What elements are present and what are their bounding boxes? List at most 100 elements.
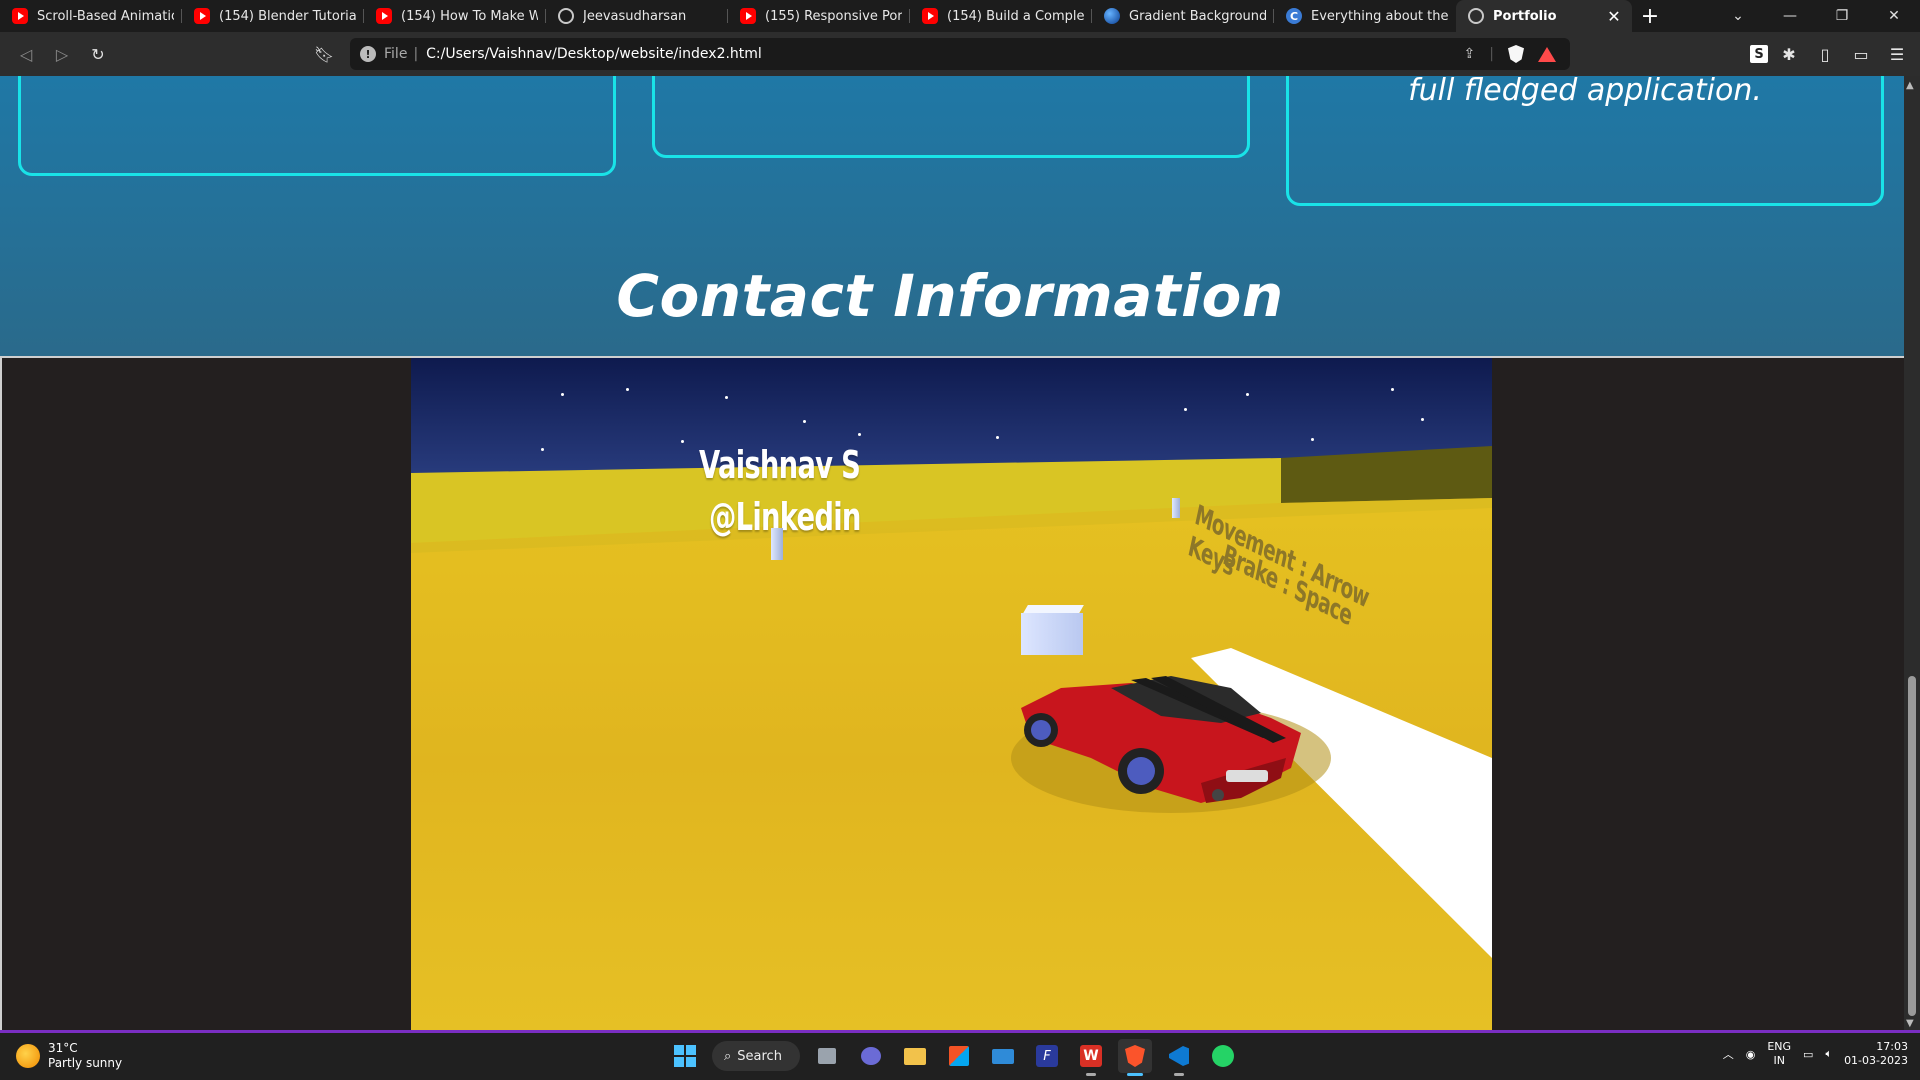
close-window-icon[interactable]: ✕	[1868, 0, 1920, 32]
tab-3[interactable]: (154) How To Make We	[364, 0, 546, 32]
display-icon[interactable]: ▭	[1803, 1048, 1813, 1061]
star	[681, 440, 684, 443]
project-card	[18, 76, 616, 176]
scroll-down-icon[interactable]: ▼	[1906, 1018, 1914, 1029]
window-controls: ⌄ — ❐ ✕	[1712, 0, 1920, 32]
start-button[interactable]	[668, 1039, 702, 1073]
3d-game-canvas[interactable]: Vaishnav S @Linkedin Movement : Arrow Ke…	[411, 358, 1492, 1033]
new-tab-button[interactable]: +	[1632, 0, 1668, 32]
tab-title: Everything about the c	[1311, 8, 1448, 24]
sidebar-icon[interactable]: ▯	[1810, 36, 1840, 72]
extensions-puzzle-icon[interactable]: ✱	[1774, 36, 1804, 72]
tab-title: (154) Build a Complete	[947, 8, 1084, 24]
microsoft-store-icon[interactable]	[942, 1039, 976, 1073]
vscode-icon[interactable]	[1162, 1039, 1196, 1076]
tab-7[interactable]: Gradient Backgrounds	[1092, 0, 1274, 32]
project-card: full fledged application.	[1286, 76, 1884, 206]
clock-date: 01-03-2023	[1844, 1054, 1908, 1067]
url-text[interactable]: C:/Users/Vaishnav/Desktop/website/index2…	[426, 46, 762, 62]
forward-icon[interactable]: ▷	[44, 36, 80, 72]
menu-icon[interactable]: ☰	[1882, 36, 1912, 72]
wps-office-icon[interactable]: W	[1074, 1039, 1108, 1076]
star	[996, 436, 999, 439]
scroll-up-icon[interactable]: ▲	[1906, 80, 1914, 91]
star	[1246, 393, 1249, 396]
network-alert-icon[interactable]: ◉	[1746, 1048, 1756, 1061]
windows-logo-icon	[674, 1045, 696, 1067]
reload-icon[interactable]: ↻	[80, 36, 116, 72]
windows-taskbar: 31°C Partly sunny ⌕ Search F W ︿ ◉ ENG I…	[0, 1033, 1920, 1080]
tab-title: Gradient Backgrounds	[1129, 8, 1266, 24]
tab-portfolio-active[interactable]: Portfolio ✕	[1456, 0, 1632, 32]
tab-search-chevron-icon[interactable]: ⌄	[1712, 0, 1764, 32]
search-label: Search	[737, 1048, 782, 1064]
star	[626, 388, 629, 391]
globe-icon	[558, 8, 574, 24]
back-icon[interactable]: ◁	[8, 36, 44, 72]
extension-s-icon[interactable]: S	[1750, 45, 1768, 63]
task-view-icon[interactable]	[810, 1039, 844, 1073]
star	[1391, 388, 1394, 391]
tab-4[interactable]: Jeevasudharsan	[546, 0, 728, 32]
file-explorer-icon[interactable]	[898, 1039, 932, 1073]
star	[858, 433, 861, 436]
star	[803, 420, 806, 423]
lang-bottom: IN	[1773, 1054, 1785, 1067]
star	[725, 396, 728, 399]
brave-rewards-icon[interactable]	[1538, 46, 1556, 62]
red-car	[1011, 676, 1331, 813]
tray-overflow-chevron-icon[interactable]: ︿	[1723, 1046, 1734, 1062]
info-icon[interactable]: !	[360, 46, 376, 62]
divider: |	[1489, 46, 1494, 62]
restore-icon[interactable]: ❐	[1816, 0, 1868, 32]
whatsapp-icon[interactable]	[1206, 1039, 1240, 1073]
tab-strip: Scroll-Based Animation (154) Blender Tut…	[0, 0, 1920, 32]
c-icon: C	[1286, 8, 1302, 24]
weather-temp: 31°C	[48, 1041, 78, 1055]
card-description: full fledged application.	[1408, 76, 1762, 108]
gradient-icon	[1104, 8, 1120, 24]
bookmark-icon[interactable]: 🔖︎	[306, 36, 342, 72]
tab-title: (154) Blender Tutorial -	[219, 8, 356, 24]
language-indicator[interactable]: ENG IN	[1767, 1040, 1791, 1068]
wallet-icon[interactable]: ▭	[1846, 36, 1876, 72]
contact-information-heading: Contact Information	[616, 262, 1284, 330]
linkedin-link-billboard[interactable]: @Linkedin	[709, 495, 861, 539]
pole	[771, 528, 783, 560]
mail-icon[interactable]	[986, 1039, 1020, 1073]
portfolio-section: full fledged application. Contact Inform…	[0, 76, 1904, 356]
volume-icon[interactable]: 🔈︎	[1825, 1047, 1832, 1061]
page-scrollbar[interactable]: ▲ ▼	[1904, 76, 1920, 1033]
brave-browser-icon[interactable]	[1118, 1039, 1152, 1076]
figma-app-icon[interactable]: F	[1030, 1039, 1064, 1073]
tab-2[interactable]: (154) Blender Tutorial -	[182, 0, 364, 32]
star	[561, 393, 564, 396]
tab-title: Jeevasudharsan	[583, 8, 687, 24]
tab-title: (154) How To Make We	[401, 8, 538, 24]
brave-shields-icon[interactable]	[1508, 45, 1524, 63]
browser-toolbar: ◁ ▷ ↻ 🔖︎ ! File | C:/Users/Vaishnav/Desk…	[0, 32, 1920, 76]
tab-1[interactable]: Scroll-Based Animation	[0, 0, 182, 32]
star	[1421, 418, 1424, 421]
teams-chat-icon[interactable]	[854, 1039, 888, 1073]
tab-title: Scroll-Based Animation	[37, 8, 174, 24]
minimize-icon[interactable]: —	[1764, 0, 1816, 32]
weather-widget[interactable]: 31°C Partly sunny	[16, 1041, 122, 1071]
scheme-label: File	[384, 46, 408, 62]
tab-5[interactable]: (155) Responsive Portfo	[728, 0, 910, 32]
page-viewport: full fledged application. Contact Inform…	[0, 76, 1904, 1033]
project-card	[652, 76, 1250, 158]
share-icon[interactable]: ⇪	[1464, 46, 1476, 62]
tab-8[interactable]: C Everything about the c	[1274, 0, 1456, 32]
address-bar[interactable]: ! File | C:/Users/Vaishnav/Desktop/websi…	[350, 38, 1570, 70]
close-tab-icon[interactable]: ✕	[1604, 7, 1624, 26]
youtube-icon	[740, 8, 756, 24]
clock[interactable]: 17:03 01-03-2023	[1844, 1040, 1908, 1068]
search-icon: ⌕	[724, 1048, 732, 1064]
youtube-icon	[376, 8, 392, 24]
tab-6[interactable]: (154) Build a Complete	[910, 0, 1092, 32]
youtube-icon	[922, 8, 938, 24]
divider: |	[413, 46, 419, 62]
scrollbar-thumb[interactable]	[1908, 676, 1916, 1016]
taskbar-search[interactable]: ⌕ Search	[712, 1041, 800, 1071]
